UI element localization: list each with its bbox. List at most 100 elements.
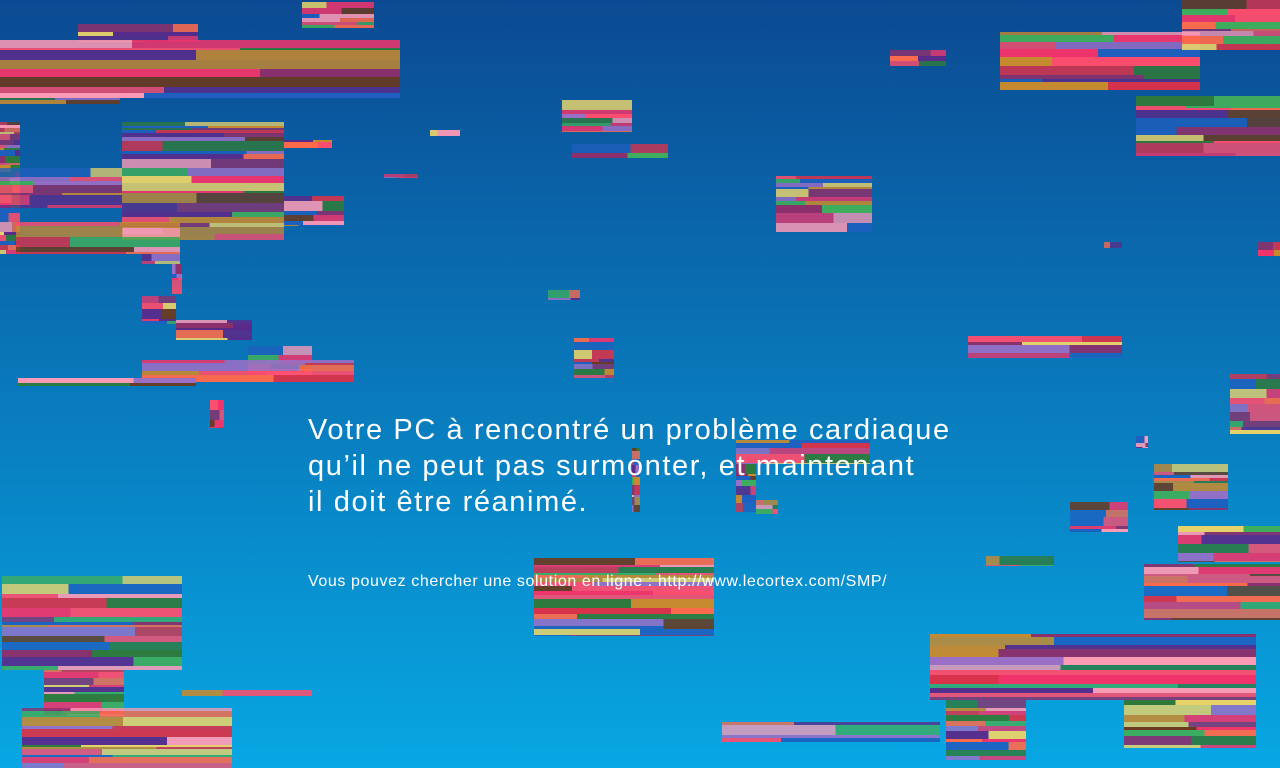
glitch-stripe — [44, 714, 124, 716]
glitch-stripe — [302, 8, 374, 14]
glitch-stripe — [210, 400, 224, 410]
glitch-stripe — [302, 25, 374, 28]
glitch-stripe — [0, 163, 20, 165]
glitch-block — [248, 346, 312, 376]
glitch-stripe — [946, 700, 1026, 708]
glitch-stripe — [0, 77, 400, 87]
glitch-stripe — [574, 375, 614, 378]
glitch-stripe — [1136, 436, 1148, 443]
glitch-block — [574, 338, 614, 378]
error-message: Votre PC à rencontré un problème cardiaq… — [308, 412, 1028, 520]
glitch-block — [890, 50, 946, 66]
glitch-stripe — [122, 151, 284, 154]
glitch-stripe — [78, 41, 198, 42]
headline-line-1: Votre PC à rencontré un problème cardiaq… — [308, 414, 951, 446]
glitch-stripe — [1144, 576, 1280, 583]
glitch-block — [1144, 564, 1280, 620]
glitch-stripe — [44, 685, 124, 687]
glitch-stripe — [176, 323, 252, 328]
glitch-stripe — [182, 690, 312, 696]
glitch-stripe — [2, 657, 182, 666]
glitch-stripe — [1136, 447, 1148, 448]
glitch-stripe — [384, 174, 418, 177]
glitch-stripe — [1178, 544, 1280, 553]
glitch-stripe — [890, 50, 946, 56]
glitch-stripe — [44, 687, 124, 692]
glitch-stripe — [0, 40, 400, 48]
glitch-stripe — [1144, 567, 1280, 574]
glitch-stripe — [44, 672, 124, 678]
glitch-stripe — [0, 195, 122, 205]
glitch-block — [22, 708, 232, 768]
glitch-stripe — [930, 645, 1256, 649]
glitch-stripe — [1154, 491, 1228, 499]
glitch-stripe — [122, 141, 284, 151]
glitch-stripe — [1230, 427, 1280, 430]
glitch-stripe — [1258, 250, 1280, 256]
glitch-stripe — [776, 201, 872, 205]
glitch-block — [430, 130, 460, 136]
glitch-stripe — [142, 363, 354, 365]
glitch-stripe — [946, 711, 1026, 715]
glitch-stripe — [302, 18, 374, 22]
glitch-stripe — [18, 378, 196, 383]
glitch-stripe — [1182, 36, 1280, 44]
glitch-stripe — [284, 215, 344, 221]
glitch-stripe — [968, 345, 1122, 353]
glitch-stripe — [930, 637, 1256, 645]
glitch-stripe — [968, 353, 1122, 358]
glitch-stripe — [22, 737, 232, 745]
glitch-stripe — [172, 278, 182, 280]
glitch-stripe — [890, 56, 946, 61]
glitch-block — [1070, 502, 1128, 532]
glitch-block — [142, 254, 180, 264]
glitch-stripe — [142, 296, 176, 303]
glitch-stripe — [1000, 79, 1200, 82]
glitch-stripe — [562, 126, 632, 131]
glitch-block — [1136, 436, 1148, 448]
glitch-stripe — [22, 711, 232, 717]
glitch-stripe — [0, 134, 20, 140]
glitch-stripe — [0, 193, 122, 195]
glitch-stripe — [1136, 153, 1280, 156]
glitch-stripe — [0, 203, 20, 208]
glitch-stripe — [0, 193, 20, 203]
glitch-block — [1154, 464, 1228, 510]
glitch-stripe — [22, 745, 232, 747]
glitch-block — [0, 40, 400, 98]
glitch-stripe — [534, 565, 714, 567]
glitch-stripe — [574, 350, 614, 359]
glitch-stripe — [574, 364, 614, 369]
glitch-stripe — [1144, 586, 1280, 596]
glitch-stripe — [1000, 75, 1200, 79]
glitch-stripe — [1124, 700, 1256, 705]
glitch-stripe — [946, 726, 1026, 731]
glitch-stripe — [284, 211, 344, 215]
glitch-stripe — [22, 763, 232, 768]
glitch-block — [176, 320, 252, 340]
glitch-stripe — [22, 747, 232, 749]
glitch-stripe — [1000, 82, 1200, 90]
glitch-block — [2, 576, 182, 670]
glitch-block — [302, 2, 374, 28]
glitch-stripe — [548, 290, 580, 298]
glitch-stripe — [0, 128, 20, 132]
glitch-stripe — [122, 122, 284, 126]
glitch-block — [142, 360, 354, 382]
glitch-block — [122, 122, 284, 240]
glitch-block — [534, 558, 714, 636]
glitch-stripe — [2, 642, 182, 650]
help-link[interactable]: http://www.lecortex.com/SMP/ — [658, 573, 887, 590]
glitch-stripe — [1000, 32, 1200, 35]
glitch-stripe — [2, 666, 182, 670]
headline-line-3: il doit être réanimé. — [308, 486, 589, 518]
glitch-block — [968, 336, 1122, 358]
glitch-stripe — [172, 274, 182, 278]
glitch-stripe — [142, 375, 354, 382]
glitch-stripe — [562, 131, 632, 132]
glitch-stripe — [534, 614, 714, 619]
glitch-stripe — [1000, 66, 1200, 75]
glitch-stripe — [2, 622, 182, 625]
glitch-stripe — [16, 247, 180, 252]
glitch-stripe — [562, 118, 632, 123]
